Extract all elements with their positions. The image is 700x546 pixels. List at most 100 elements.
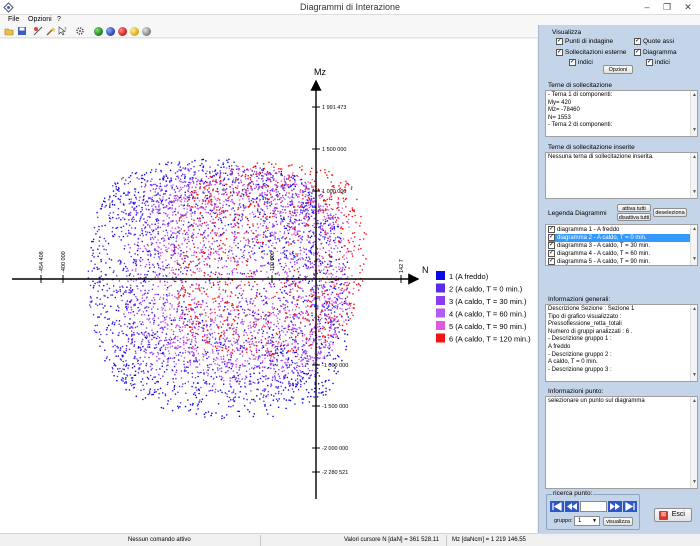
gruppo-label: gruppo:: [554, 518, 573, 524]
legend-label: 3 (A caldo, T = 30 min.): [449, 297, 527, 306]
window-title: Diagrammi di Interazione: [299, 2, 401, 12]
plot-legend: 1 (A freddo) 2 (A caldo, T = 0 min.) 3 (A …: [436, 271, 531, 344]
deseleziona-button[interactable]: deseleziona: [653, 208, 687, 217]
legend-swatch: [436, 333, 445, 343]
ricerca-label: ricerca punto:: [552, 490, 594, 497]
close-button[interactable]: ✕: [677, 0, 699, 15]
scroll-up-icon[interactable]: ▲: [692, 398, 697, 406]
scroll-up-icon[interactable]: ▲: [692, 226, 697, 234]
info-punto-label: Informazioni punto:: [548, 388, 604, 395]
menu-file[interactable]: File: [8, 16, 19, 23]
n-axis-label: N: [422, 265, 429, 275]
punto-input[interactable]: [580, 501, 607, 512]
terne-label: Terne di sollecitazione: [548, 82, 612, 89]
scroll-down-icon[interactable]: ▼: [692, 372, 697, 380]
legenda-item[interactable]: ✓ diagramma 3 - A caldo, T = 30 min.: [548, 242, 695, 250]
first-point-icon[interactable]: [550, 501, 564, 512]
terne-line: N= 1553: [548, 114, 571, 121]
open-folder-icon[interactable]: [4, 26, 14, 36]
legenda-item[interactable]: ✓ diagramma 4 - A caldo, T = 60 min.: [548, 250, 695, 258]
green-ball-icon[interactable]: [94, 27, 103, 36]
status-separator: [260, 535, 261, 546]
legend-label: 6 (A caldo, T = 120 min.): [449, 335, 531, 344]
diagram-canvas[interactable]: N Mz 1 991 473 1 500 000 1 000 000 -1 00…: [0, 39, 537, 533]
menu-opzioni[interactable]: Opzioni: [28, 16, 52, 23]
y-tick-label: -1 000 000: [322, 363, 348, 369]
scrollbar[interactable]: ▲ ▼: [690, 397, 697, 488]
info-generali-text[interactable]: Descrizione Sezione : Sezione 1 Tipo di …: [545, 304, 698, 382]
help-cursor-icon[interactable]: ?: [58, 26, 68, 36]
terne-inserite-text: Nessuna terna di sollecitazione inserita…: [548, 154, 654, 160]
legenda-item[interactable]: ✓ diagramma 2 - A caldo, T = 0 min.: [548, 234, 695, 242]
checkbox-diagramma[interactable]: ✓ Diagramma: [634, 49, 677, 56]
x-tick-label: -400 000: [61, 251, 67, 273]
terne-inserite-label: Terne di sollecitazione inserite: [548, 144, 635, 151]
scroll-down-icon[interactable]: ▼: [692, 127, 697, 135]
info-line: - Descrizione gruppo 3 :: [548, 366, 612, 373]
x-tick-label: -454 408: [39, 251, 45, 273]
opzioni-button[interactable]: Opzioni: [603, 65, 633, 74]
visualizza-button[interactable]: visualizza: [603, 517, 633, 526]
chevron-down-icon: ▼: [592, 518, 597, 524]
scrollbar[interactable]: ▲ ▼: [690, 225, 697, 265]
esci-button[interactable]: ⊠ Esci: [654, 508, 692, 522]
info-punto-text[interactable]: selezionare un punto sul diagramma ▲ ▼: [545, 396, 698, 489]
y-ticks: 1 991 473 1 500 000 1 000 000 -1 000 000…: [312, 105, 348, 476]
legend-label: 4 (A caldo, T = 60 min.): [449, 310, 527, 319]
status-separator: [446, 535, 447, 546]
menu-help[interactable]: ?: [57, 16, 61, 23]
y-tick-label: -1 500 000: [322, 404, 348, 410]
info-line: - Descrizione gruppo 1 :: [548, 336, 612, 343]
scroll-up-icon[interactable]: ▲: [692, 154, 697, 162]
terne-list[interactable]: - Terna 1 di componenti: My= 420 Mz= -78…: [545, 90, 698, 137]
legend-label: 1 (A freddo): [449, 272, 489, 281]
checkbox-punti-indagine[interactable]: ✓ Punti di indagine: [556, 38, 613, 45]
checkbox-sollecitazioni-esterne[interactable]: ✓ Sollecitazioni esterne: [556, 49, 626, 56]
interaction-diagram-plot[interactable]: N Mz 1 991 473 1 500 000 1 000 000 -1 00…: [0, 39, 537, 533]
scroll-up-icon[interactable]: ▲: [692, 92, 697, 100]
red-ball-icon[interactable]: [118, 27, 127, 36]
next-point-icon[interactable]: [608, 501, 622, 512]
diagram-points: [90, 158, 350, 420]
gruppo-select[interactable]: 1 ▼: [574, 516, 600, 526]
legenda-list[interactable]: ✓ diagramma 1 - A freddo ✓ diagramma 2 - A…: [545, 224, 698, 266]
diagram-settings-icon[interactable]: [33, 26, 43, 36]
scrollbar[interactable]: ▲ ▼: [690, 153, 697, 198]
minimize-button[interactable]: –: [636, 0, 658, 15]
status-command: Nessun comando attivo: [128, 537, 191, 543]
scroll-up-icon[interactable]: ▲: [692, 306, 697, 314]
disattiva-tutti-button[interactable]: disattiva tutti: [617, 213, 651, 221]
y-tick-label: 1 000 000: [322, 189, 346, 195]
blue-ball-icon[interactable]: [106, 27, 115, 36]
scrollbar[interactable]: ▲ ▼: [690, 91, 697, 136]
scroll-down-icon[interactable]: ▼: [692, 479, 697, 487]
terne-inserite-list[interactable]: Nessuna terna di sollecitazione inserita…: [545, 152, 698, 199]
checkbox-indici-diagramma[interactable]: ✓ indici: [646, 59, 670, 66]
legend-label: 5 (A caldo, T = 90 min.): [449, 322, 527, 331]
gray-ball-icon[interactable]: [142, 27, 151, 36]
save-icon[interactable]: [17, 26, 27, 36]
mz-axis-label: Mz: [314, 67, 326, 77]
checkbox-quote-assi[interactable]: ✓ Quote assi: [634, 38, 674, 45]
last-point-icon[interactable]: [623, 501, 637, 512]
scrollbar[interactable]: ▲ ▼: [690, 305, 697, 381]
legenda-item[interactable]: ✓ diagramma 5 - A caldo, T = 90 min.: [548, 258, 695, 265]
scroll-down-icon[interactable]: ▼: [692, 189, 697, 197]
maximize-button[interactable]: ❐: [656, 0, 678, 15]
attiva-tutti-button[interactable]: attiva tutti: [617, 204, 651, 212]
info-line: Descrizione Sezione : Sezione 1: [548, 306, 635, 312]
checkbox-indici-sollecitazioni[interactable]: ✓ indici: [569, 59, 593, 66]
esci-label: Esci: [671, 511, 685, 518]
toolbar: ?: [0, 25, 538, 38]
gear-icon[interactable]: [75, 26, 85, 36]
info-line: A caldo, T = 0 min.: [548, 359, 598, 366]
status-cursor-mz: Mz [daNcm] = 1 219 146.55: [452, 537, 526, 543]
magic-wand-icon[interactable]: [46, 26, 56, 36]
status-bar: Nessun comando attivo Valori cursore N […: [0, 533, 700, 546]
legend-swatch: [436, 283, 445, 293]
legend-swatch: [436, 296, 445, 305]
scroll-down-icon[interactable]: ▼: [692, 256, 697, 264]
previous-point-icon[interactable]: [565, 501, 579, 512]
yellow-ball-icon[interactable]: [130, 27, 139, 36]
legenda-item[interactable]: ✓ diagramma 1 - A freddo: [548, 226, 695, 234]
